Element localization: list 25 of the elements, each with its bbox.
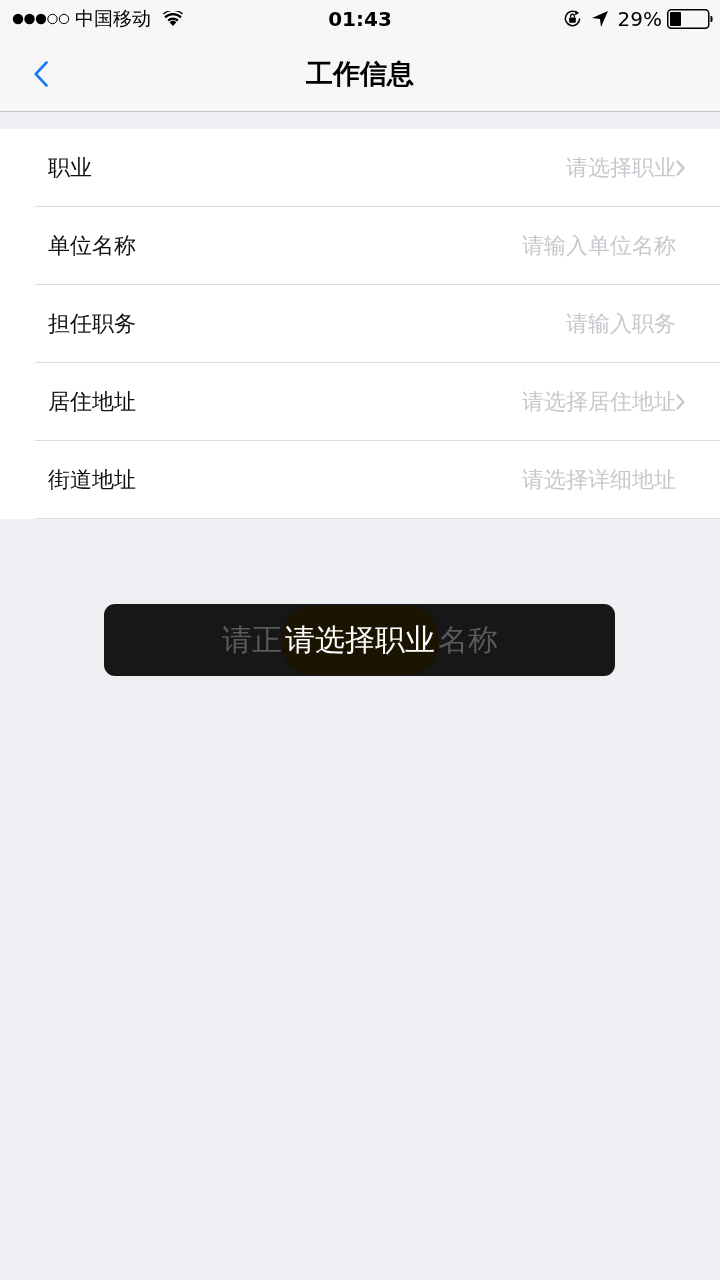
battery-percentage: 29%	[617, 6, 662, 31]
previous-toast-text: 名称	[437, 620, 498, 659]
rotation-lock-icon	[562, 9, 582, 28]
field-label: 居住地址	[47, 387, 136, 416]
toast-message: 请选择职业	[281, 605, 438, 675]
location-arrow-icon	[591, 10, 608, 27]
back-chevron-icon	[34, 61, 48, 87]
battery-icon	[667, 8, 713, 29]
chevron-right-icon	[676, 393, 685, 410]
chevron-right-icon	[676, 159, 685, 176]
input-field[interactable]: 请选择详细地址	[156, 467, 676, 492]
field-label: 街道地址	[47, 465, 136, 494]
signal-strength-icon	[12, 12, 70, 25]
carrier-name: 中国移动	[75, 5, 151, 31]
wifi-icon	[163, 11, 183, 26]
select-field[interactable]: 请选择职业	[112, 155, 676, 180]
field-label: 担任职务	[47, 309, 136, 338]
field-label: 职业	[47, 153, 92, 182]
input-field[interactable]: 请输入单位名称	[156, 233, 676, 258]
input-field[interactable]: 请输入职务	[156, 311, 676, 336]
previous-toast-text: 请正	[221, 620, 282, 659]
clock-time: 01:43	[328, 6, 392, 31]
page-title: 工作信息	[306, 57, 414, 91]
field-label: 单位名称	[47, 231, 136, 260]
select-field[interactable]: 请选择居住地址	[156, 389, 676, 414]
